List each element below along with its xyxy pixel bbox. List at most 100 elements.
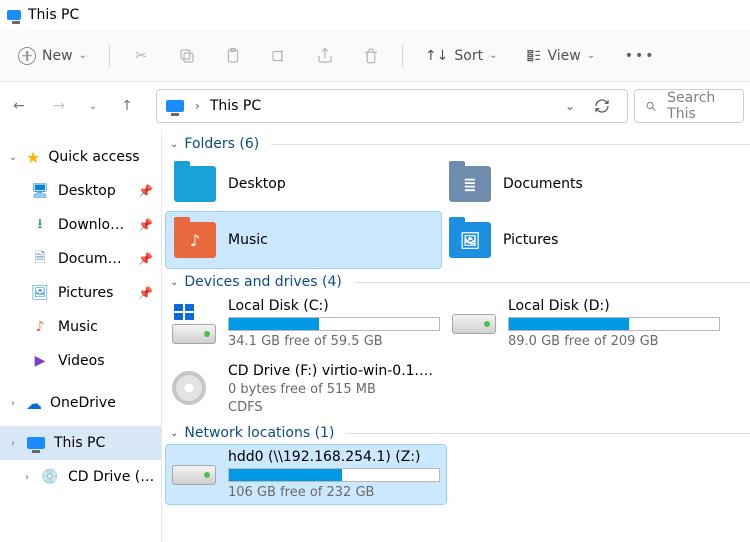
pin-icon: 📌 xyxy=(138,184,153,198)
capacity-bar xyxy=(228,317,440,331)
chevron-right-icon[interactable]: › xyxy=(8,438,18,449)
folder-pictures[interactable]: 🖼 Pictures xyxy=(441,212,716,268)
copy-icon xyxy=(178,47,196,65)
network-drive-icon xyxy=(172,455,216,493)
sidebar: ⌄ ★ Quick access 🖥 Desktop 📌 ⭳ Downloads… xyxy=(0,130,162,542)
pin-icon: 📌 xyxy=(138,286,153,300)
history-chevron[interactable]: ⌄ xyxy=(82,89,104,123)
view-icon xyxy=(526,48,542,64)
divider xyxy=(109,45,110,67)
forward-button[interactable]: → xyxy=(42,89,76,123)
cut-button[interactable]: ✂ xyxy=(122,37,160,75)
search-box[interactable]: Search This xyxy=(634,89,744,123)
sidebar-item-downloads[interactable]: ⭳ Downloads 📌 xyxy=(0,208,161,242)
refresh-button[interactable] xyxy=(585,98,619,114)
this-pc-icon xyxy=(6,7,22,23)
sidebar-this-pc[interactable]: › This PC xyxy=(0,426,161,460)
new-label: New xyxy=(42,48,73,64)
hdd-icon xyxy=(452,304,496,342)
view-button[interactable]: View ⌄ xyxy=(516,39,606,73)
chevron-down-icon: ⌄ xyxy=(170,428,178,439)
search-icon xyxy=(645,99,657,114)
drive-z[interactable]: hdd0 (\\192.168.254.1) (Z:) 106 GB free … xyxy=(166,445,446,504)
group-header-drives[interactable]: ⌄ Devices and drives (4) xyxy=(166,268,750,294)
folders-grid: Desktop ≣ Documents ♪ Music 🖼 Pictures xyxy=(166,156,750,268)
network-header: Network locations (1) xyxy=(184,425,334,441)
folder-icon: ≣ xyxy=(449,166,491,202)
folder-music[interactable]: ♪ Music xyxy=(166,212,441,268)
sidebar-cd-drive[interactable]: › 💿 CD Drive (E:) 19041. xyxy=(0,460,161,494)
chevron-right-icon: › xyxy=(195,99,200,113)
chevron-down-icon: ⌄ xyxy=(79,50,87,61)
drive-f[interactable]: CD Drive (F:) virtio-win-0.1.215 0 bytes… xyxy=(166,359,446,419)
picture-icon: 🖼 xyxy=(30,283,50,303)
cloud-icon: ☁ xyxy=(26,394,42,413)
capacity-bar xyxy=(228,468,440,482)
folder-documents[interactable]: ≣ Documents xyxy=(441,156,716,212)
sidebar-onedrive[interactable]: › ☁ OneDrive xyxy=(0,386,161,420)
music-icon: ♪ xyxy=(30,317,50,337)
document-icon: 🗎 xyxy=(30,249,50,269)
chevron-down-icon: ⌄ xyxy=(489,50,497,61)
refresh-icon xyxy=(594,98,610,114)
drive-c[interactable]: Local Disk (C:) 34.1 GB free of 59.5 GB xyxy=(166,294,446,353)
share-icon xyxy=(316,47,334,65)
sidebar-quick-access[interactable]: ⌄ ★ Quick access xyxy=(0,140,161,174)
rename-button[interactable] xyxy=(260,37,298,75)
folder-desktop[interactable]: Desktop xyxy=(166,156,441,212)
scissors-icon: ✂ xyxy=(135,48,147,64)
sidebar-item-pictures[interactable]: 🖼 Pictures 📌 xyxy=(0,276,161,310)
desktop-icon: 🖥 xyxy=(30,181,50,201)
divider xyxy=(402,45,403,67)
paste-button[interactable] xyxy=(214,37,252,75)
pin-icon: 📌 xyxy=(138,252,153,266)
more-button[interactable]: ••• xyxy=(621,37,659,75)
title-bar: This PC xyxy=(0,0,750,30)
this-pc-icon xyxy=(165,96,185,116)
delete-button[interactable] xyxy=(352,37,390,75)
folders-header: Folders (6) xyxy=(184,136,259,152)
group-header-network[interactable]: ⌄ Network locations (1) xyxy=(166,419,750,445)
sort-label: Sort xyxy=(454,48,483,64)
sidebar-item-documents[interactable]: 🗎 Documents 📌 xyxy=(0,242,161,276)
rename-icon xyxy=(270,47,288,65)
copy-button[interactable] xyxy=(168,37,206,75)
cd-drive-icon xyxy=(172,369,216,407)
quick-access-label: Quick access xyxy=(48,149,161,165)
back-button[interactable]: ← xyxy=(2,89,36,123)
group-header-folders[interactable]: ⌄ Folders (6) xyxy=(166,130,750,156)
chevron-right-icon[interactable]: › xyxy=(22,472,32,483)
chevron-down-icon: ⌄ xyxy=(587,50,595,61)
download-icon: ⭳ xyxy=(30,215,50,235)
sidebar-item-desktop[interactable]: 🖥 Desktop 📌 xyxy=(0,174,161,208)
toolbar: New ⌄ ✂ ↑↓ Sort ⌄ View ⌄ ••• xyxy=(0,30,750,82)
windows-drive-icon xyxy=(172,304,216,342)
capacity-bar xyxy=(508,317,720,331)
ellipsis-icon: ••• xyxy=(625,48,656,64)
sort-button[interactable]: ↑↓ Sort ⌄ xyxy=(415,39,508,73)
nav-bar: ← → ⌄ ↑ › This PC ⌄ Search This xyxy=(0,82,750,130)
sidebar-item-videos[interactable]: ▶ Videos xyxy=(0,344,161,378)
this-pc-icon xyxy=(26,433,46,453)
chevron-down-icon[interactable]: ⌄ xyxy=(565,99,575,113)
trash-icon xyxy=(362,47,380,65)
chevron-down-icon[interactable]: ⌄ xyxy=(8,152,18,163)
drive-d[interactable]: Local Disk (D:) 89.0 GB free of 209 GB xyxy=(446,294,726,353)
network-grid: hdd0 (\\192.168.254.1) (Z:) 106 GB free … xyxy=(166,445,750,504)
window-title: This PC xyxy=(28,7,79,23)
share-button[interactable] xyxy=(306,37,344,75)
drives-header: Devices and drives (4) xyxy=(184,274,341,290)
view-label: View xyxy=(548,48,581,64)
cd-icon: 💿 xyxy=(40,467,60,487)
folder-icon: 🖼 xyxy=(449,222,491,258)
video-icon: ▶ xyxy=(30,351,50,371)
folder-icon: ♪ xyxy=(174,222,216,258)
star-icon: ★ xyxy=(26,148,40,167)
address-bar[interactable]: › This PC ⌄ xyxy=(156,89,628,123)
pin-icon: 📌 xyxy=(138,218,153,232)
new-button[interactable]: New ⌄ xyxy=(8,39,97,73)
sidebar-item-music[interactable]: ♪ Music xyxy=(0,310,161,344)
up-button[interactable]: ↑ xyxy=(110,89,144,123)
chevron-right-icon[interactable]: › xyxy=(8,398,18,409)
breadcrumb[interactable]: This PC xyxy=(210,98,261,114)
